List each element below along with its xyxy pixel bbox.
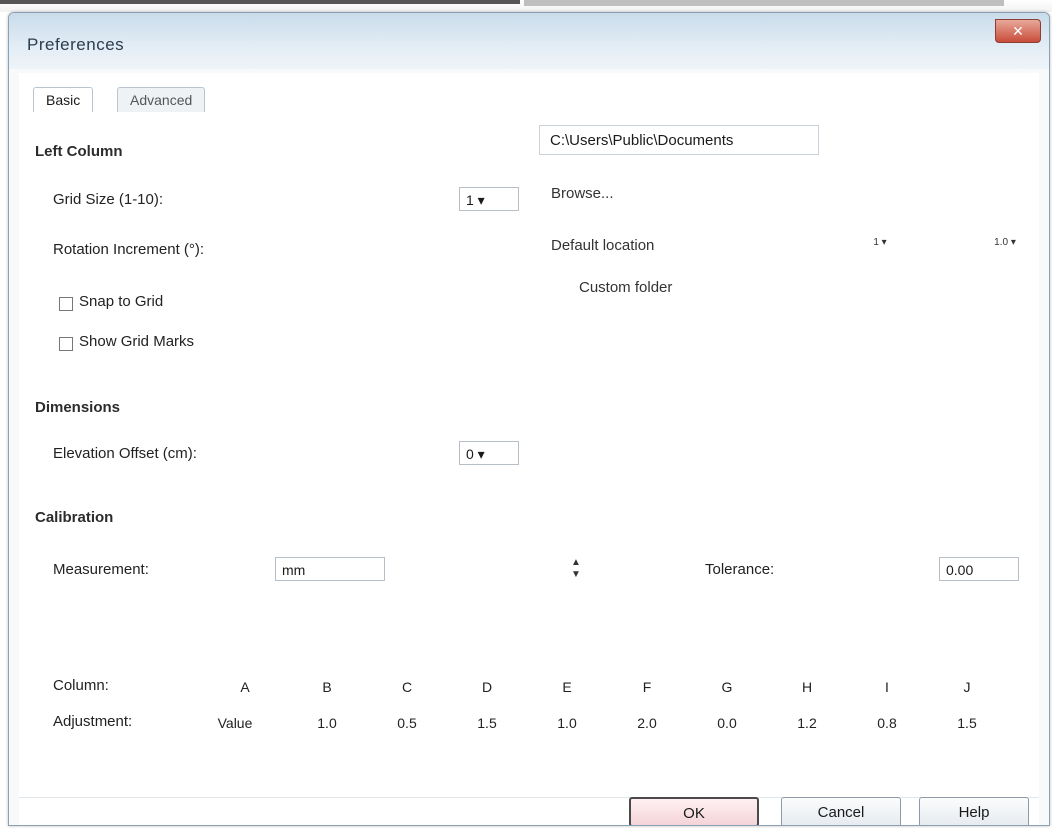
- table-cell[interactable]: 0.0: [707, 715, 747, 731]
- elevation-label: Elevation Offset (cm):: [53, 445, 197, 462]
- snap-label: Snap to Grid: [79, 293, 164, 310]
- column-row-label: Column:: [53, 677, 109, 694]
- table-cell: A: [240, 679, 250, 695]
- grid-size-label: Grid Size (1-10):: [53, 191, 164, 208]
- close-button[interactable]: ✕: [995, 19, 1041, 43]
- table-cell: J: [963, 679, 971, 695]
- dialog-window: Preferences ✕ Basic Advanced Left Column…: [8, 12, 1050, 826]
- background-bar-2: [524, 0, 1004, 6]
- path-field[interactable]: C:\Users\Public\Documents: [539, 125, 819, 155]
- title-bar: Preferences ✕: [9, 13, 1049, 69]
- table-cell[interactable]: 0.8: [867, 715, 907, 731]
- table-row: Adjustment: Value 1.0 0.5 1.5 1.0 2.0 0.…: [19, 709, 1039, 739]
- section-left-column: Left Column: [35, 143, 123, 160]
- table-cell: I: [885, 679, 889, 695]
- table-cell[interactable]: 1.5: [467, 715, 507, 731]
- elevation-input[interactable]: 0 ▾: [459, 441, 519, 465]
- spin-a[interactable]: 1 ▾: [865, 237, 895, 261]
- table-cell[interactable]: 1.5: [947, 715, 987, 731]
- table-cell[interactable]: 1.0: [307, 715, 347, 731]
- section-dimensions: Dimensions: [35, 399, 121, 416]
- tolerance-input[interactable]: 0.00: [939, 557, 1019, 581]
- table-cell: B: [322, 679, 332, 695]
- tab-advanced[interactable]: Advanced: [117, 87, 206, 112]
- background-bar: [0, 0, 520, 4]
- tab-basic[interactable]: Basic: [33, 87, 94, 112]
- table-cell[interactable]: Value: [205, 715, 265, 731]
- table-cell: C: [401, 679, 413, 695]
- table-cell[interactable]: 0.5: [387, 715, 427, 731]
- table-row: Column: A B C D E F G H I J: [19, 673, 1039, 703]
- gridmarks-label: Show Grid Marks: [79, 333, 195, 350]
- grid-size-input[interactable]: 1 ▾: [459, 187, 519, 211]
- default-location-option[interactable]: Default location: [551, 237, 654, 254]
- dialog-content: Basic Advanced Left Column Grid Size (1-…: [19, 73, 1039, 825]
- table-cell[interactable]: 1.0: [547, 715, 587, 731]
- measure-label: Measurement:: [53, 561, 149, 578]
- ok-button[interactable]: OK: [629, 797, 759, 825]
- window-title: Preferences: [27, 35, 125, 54]
- background-strip: [0, 0, 1052, 12]
- table-cell: H: [801, 679, 813, 695]
- measure-input[interactable]: mm: [275, 557, 385, 581]
- adjustment-row-label: Adjustment:: [53, 713, 133, 730]
- custom-folder-option[interactable]: Custom folder: [579, 279, 672, 296]
- spin-b[interactable]: 1.0 ▾: [985, 237, 1025, 261]
- table-cell[interactable]: 1.2: [787, 715, 827, 731]
- table-cell: E: [562, 679, 572, 695]
- rotation-label: Rotation Increment (°):: [53, 241, 205, 258]
- measure-spin[interactable]: ▲ ▼: [567, 557, 585, 581]
- browse-option[interactable]: Browse...: [551, 185, 614, 202]
- cancel-button[interactable]: Cancel: [781, 797, 901, 825]
- table-cell: G: [721, 679, 733, 695]
- table-cell: F: [642, 679, 652, 695]
- table-cell: D: [481, 679, 493, 695]
- snap-checkbox[interactable]: [59, 297, 73, 311]
- help-button[interactable]: Help: [919, 797, 1029, 825]
- section-calibration: Calibration: [35, 509, 114, 526]
- tolerance-label: Tolerance:: [705, 561, 775, 578]
- gridmarks-checkbox[interactable]: [59, 337, 73, 351]
- table-cell[interactable]: 2.0: [627, 715, 667, 731]
